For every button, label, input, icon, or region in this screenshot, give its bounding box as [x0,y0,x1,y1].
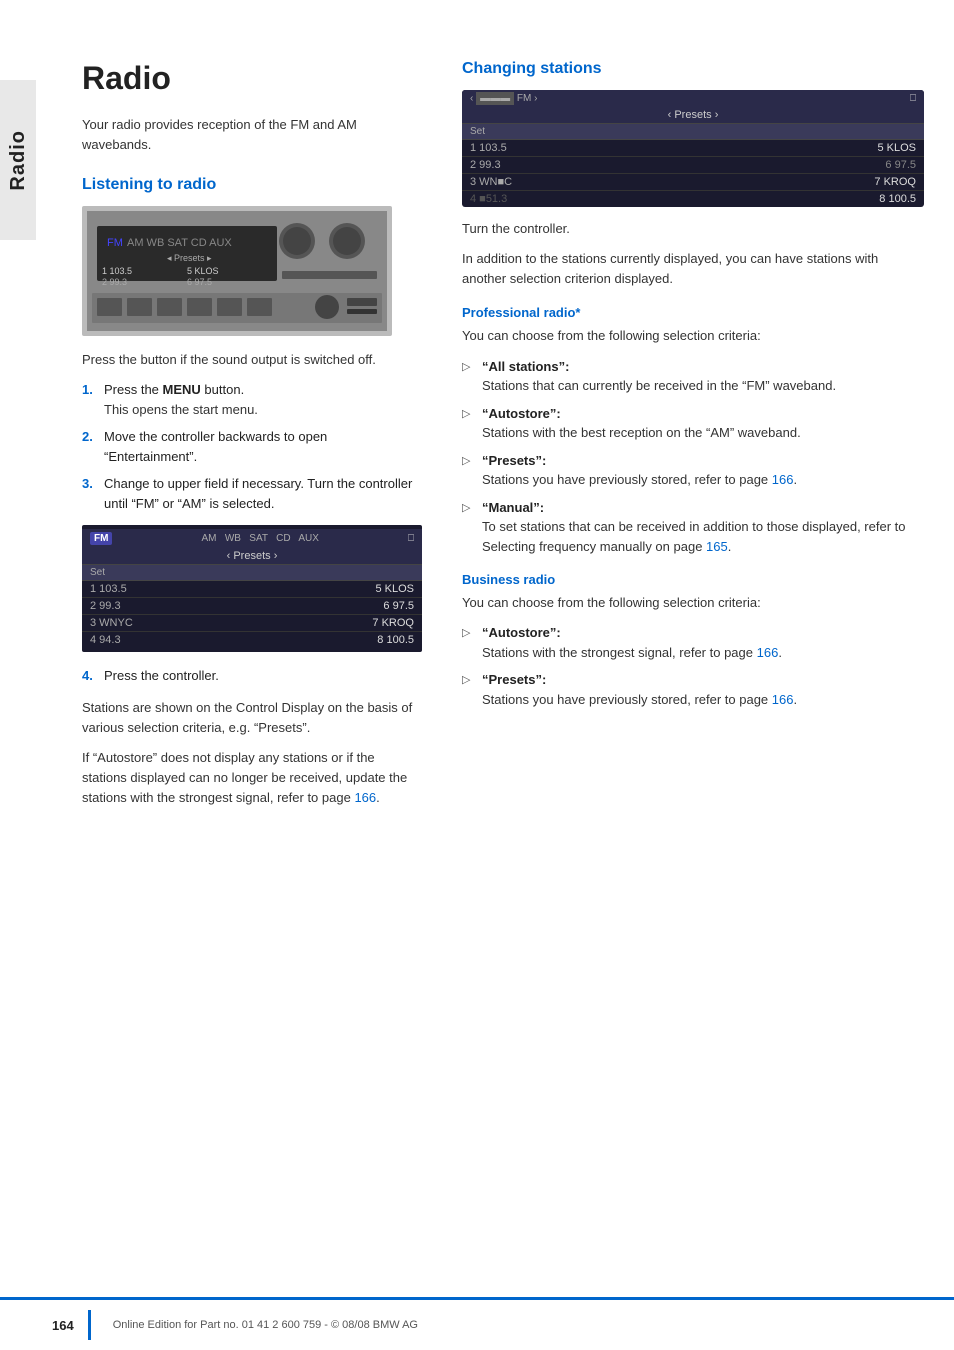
page-title: Radio [82,60,422,97]
fm-badge: FM [90,532,112,545]
pro-link-166-1[interactable]: 166 [772,472,794,487]
right-body-text-1: In addition to the stations currently di… [462,249,924,289]
svg-text:AM WB SAT CD AUX: AM WB SAT CD AUX [127,237,232,249]
pro-item-3-body: Stations you have previously stored, ref… [482,470,924,490]
turn-controller-text: Turn the controller. [462,219,924,239]
svg-text:◂ Presets ▸: ◂ Presets ▸ [167,253,212,263]
pro-item-3: ▷ “Presets”: Stations you have previousl… [462,451,924,490]
svg-text:5 KLOS: 5 KLOS [187,266,219,276]
biz-item-1-title: “Autostore”: [482,625,561,640]
biz-link-166-2[interactable]: 166 [772,692,794,707]
page-number: 164 [52,1318,74,1333]
screen-set-row-2: Set [462,124,924,140]
steps-list: 1. Press the MENU button. This opens the… [82,380,422,513]
screen-presets-2: ‹ Presets › [462,107,924,124]
pro-item-1-body: Stations that can currently be received … [482,376,924,396]
svg-text:2 99.3: 2 99.3 [102,277,127,287]
step-4-text: Press the controller. [104,666,422,686]
step-1: 1. Press the MENU button. This opens the… [82,380,422,419]
professional-radio-list: ▷ “All stations”: Stations that can curr… [462,357,924,557]
svg-text:FM: FM [107,237,123,249]
arrow-icon-2: ▷ [462,404,476,443]
pro-item-2-body: Stations with the best reception on the … [482,423,924,443]
pro-item-4: ▷ “Manual”: To set stations that can be … [462,498,924,557]
radio-image: FM AM WB SAT CD AUX ◂ Presets ▸ 1 103.5 … [82,206,392,336]
professional-radio-heading: Professional radio* [462,305,924,320]
step-3: 3. Change to upper field if necessary. T… [82,474,422,513]
business-radio-heading: Business radio [462,572,924,587]
pro-item-4-body: To set stations that can be received in … [482,517,924,556]
professional-radio-intro: You can choose from the following select… [462,326,924,346]
step-1-subtext: This opens the start menu. [104,400,422,420]
menu-bold: MENU [163,382,201,397]
biz-item-1: ▷ “Autostore”: Stations with the stronge… [462,623,924,662]
arrow-icon-1: ▷ [462,357,476,396]
r-station-row-4: 4 ■51.38 100.5 [462,191,924,207]
step4-list: 4. Press the controller. [82,666,422,686]
pro-item-3-title: “Presets”: [482,453,546,468]
body-text-1: Press the button if the sound output is … [82,350,422,370]
business-radio-list: ▷ “Autostore”: Stations with the stronge… [462,623,924,709]
main-content: Radio Your radio provides reception of t… [52,0,954,858]
station-row-1: 1 103.55 KLOS [82,581,422,598]
body-text-2: Stations are shown on the Control Displa… [82,698,422,738]
listening-to-radio-heading: Listening to radio [82,176,422,194]
body-text-3: If “Autostore” does not display any stat… [82,748,422,808]
biz-item-1-body: Stations with the strongest signal, refe… [482,643,924,663]
pro-item-2-title: “Autostore”: [482,406,561,421]
business-radio-intro: You can choose from the following select… [462,593,924,613]
footer-divider [88,1310,91,1340]
r-station-row-1: 1 103.55 KLOS [462,140,924,157]
biz-item-2: ▷ “Presets”: Stations you have previousl… [462,670,924,709]
page-link-1[interactable]: 166 [354,790,376,805]
intro-text: Your radio provides reception of the FM … [82,115,422,154]
arrow-icon-5: ▷ [462,623,476,662]
arrow-icon-4: ▷ [462,498,476,557]
screen-display-1: FM AM WB SAT CD AUX ⎕ ‹ Presets › Set 1 … [82,525,422,652]
step-2-text: Move the controller backwards to open “E… [104,427,422,466]
r-station-row-2: 2 99.36 97.5 [462,157,924,174]
screen-header-2: ‹ ▬▬▬ FM › ⎕ [462,90,924,107]
arrow-icon-3: ▷ [462,451,476,490]
biz-item-2-title: “Presets”: [482,672,546,687]
footer: 164 Online Edition for Part no. 01 41 2 … [0,1297,954,1350]
station-row-3: 3 WNYC7 KROQ [82,615,422,632]
screen-presets-1: ‹ Presets › [82,548,422,565]
screen-header-1: FM AM WB SAT CD AUX ⎕ [82,529,422,548]
pro-link-165[interactable]: 165 [706,539,728,554]
screen-set-row-1: Set [82,565,422,581]
biz-link-166-1[interactable]: 166 [757,645,779,660]
left-column: Radio Your radio provides reception of t… [82,60,422,818]
station-row-2: 2 99.36 97.5 [82,598,422,615]
pro-item-2: ▷ “Autostore”: Stations with the best re… [462,404,924,443]
right-column: Changing stations ‹ ▬▬▬ FM › ⎕ ‹ Presets… [452,60,924,818]
svg-text:6 97.5: 6 97.5 [187,277,212,287]
top-display: ‹ ▬▬▬ FM › ⎕ ‹ Presets › Set 1 103.55 KL… [462,90,924,207]
step-2: 2. Move the controller backwards to open… [82,427,422,466]
step-4: 4. Press the controller. [82,666,422,686]
pro-item-1: ▷ “All stations”: Stations that can curr… [462,357,924,396]
svg-text:1 103.5: 1 103.5 [102,266,132,276]
station-row-4: 4 94.38 100.5 [82,632,422,648]
pro-item-4-title: “Manual”: [482,500,544,515]
sidebar-label: Radio [0,80,36,240]
changing-stations-heading: Changing stations [462,60,924,78]
step-3-text: Change to upper field if necessary. Turn… [104,474,422,513]
arrow-icon-6: ▷ [462,670,476,709]
r-station-row-3: 3 WN■C7 KROQ [462,174,924,191]
footer-text: Online Edition for Part no. 01 41 2 600 … [113,1319,418,1331]
biz-item-2-body: Stations you have previously stored, ref… [482,690,924,710]
pro-item-1-title: “All stations”: [482,359,569,374]
sidebar-label-text: Radio [7,130,30,191]
